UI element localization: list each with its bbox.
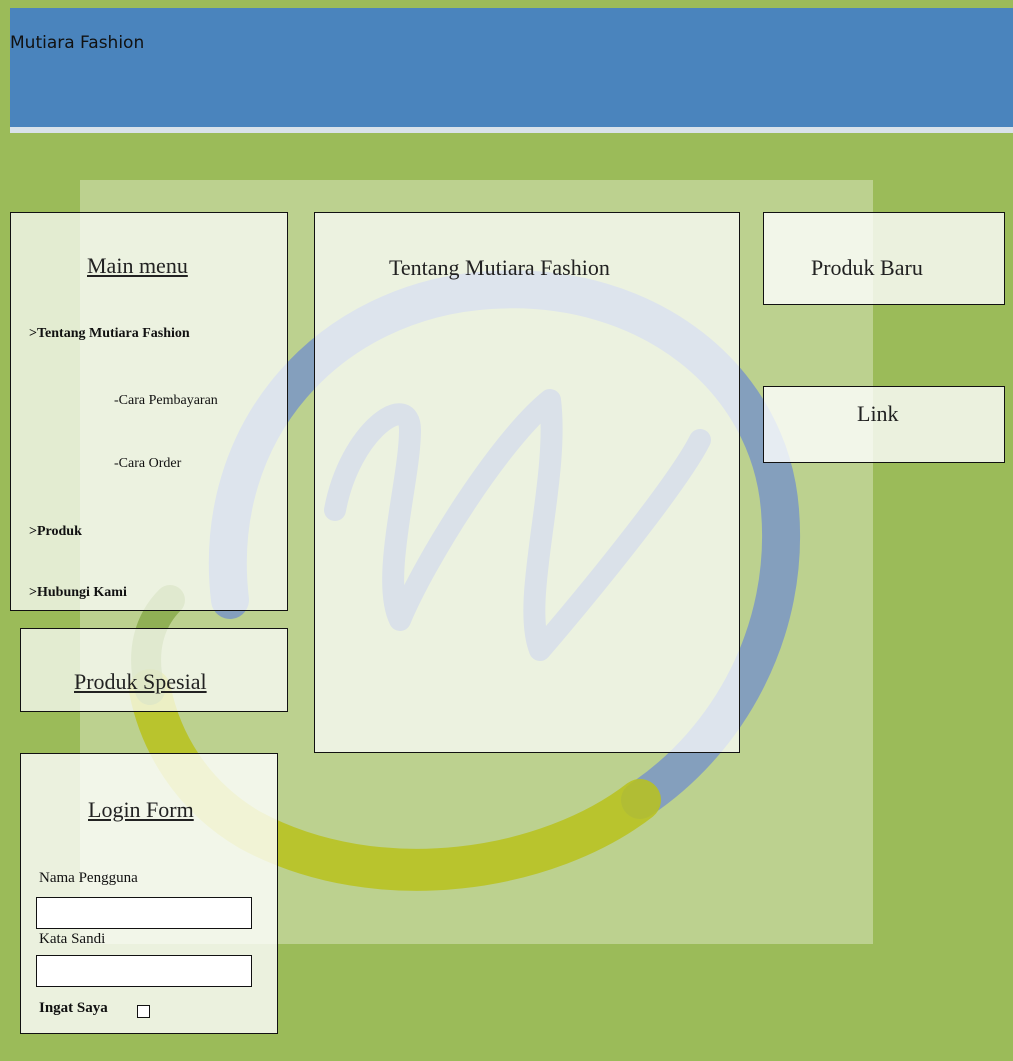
header-bar	[10, 8, 1013, 127]
site-title: Mutiara Fashion	[10, 33, 145, 53]
main-menu-title: Main menu	[87, 253, 188, 278]
password-field[interactable]	[36, 955, 252, 987]
password-label: Kata Sandi	[39, 931, 106, 947]
content-panel: Tentang Mutiara Fashion	[314, 212, 740, 753]
special-products-title[interactable]: Produk Spesial	[74, 669, 207, 695]
main-menu-panel: Main menu >Tentang Mutiara Fashion -Cara…	[10, 212, 288, 611]
new-products-panel: Produk Baru	[763, 212, 1005, 305]
login-form-title: Login Form	[88, 797, 194, 822]
links-panel: Link	[763, 386, 1005, 463]
remember-checkbox[interactable]	[137, 1005, 150, 1018]
menu-item-produk[interactable]: >Produk	[29, 524, 82, 540]
remember-label: Ingat Saya	[39, 1000, 108, 1016]
content-title: Tentang Mutiara Fashion	[389, 255, 610, 280]
new-products-title: Produk Baru	[811, 255, 923, 280]
links-title: Link	[857, 401, 899, 426]
menu-item-cara-pembayaran[interactable]: -Cara Pembayaran	[114, 393, 218, 409]
username-field[interactable]	[36, 897, 252, 929]
menu-item-hubungi-kami[interactable]: >Hubungi Kami	[29, 585, 127, 601]
special-products-panel: Produk Spesial	[20, 628, 288, 712]
header-divider	[10, 127, 1013, 133]
menu-item-cara-order[interactable]: -Cara Order	[114, 456, 181, 472]
username-label: Nama Pengguna	[39, 870, 138, 886]
menu-item-tentang[interactable]: >Tentang Mutiara Fashion	[29, 326, 190, 342]
login-form-panel: Login Form Nama Pengguna Kata Sandi Inga…	[20, 753, 278, 1034]
